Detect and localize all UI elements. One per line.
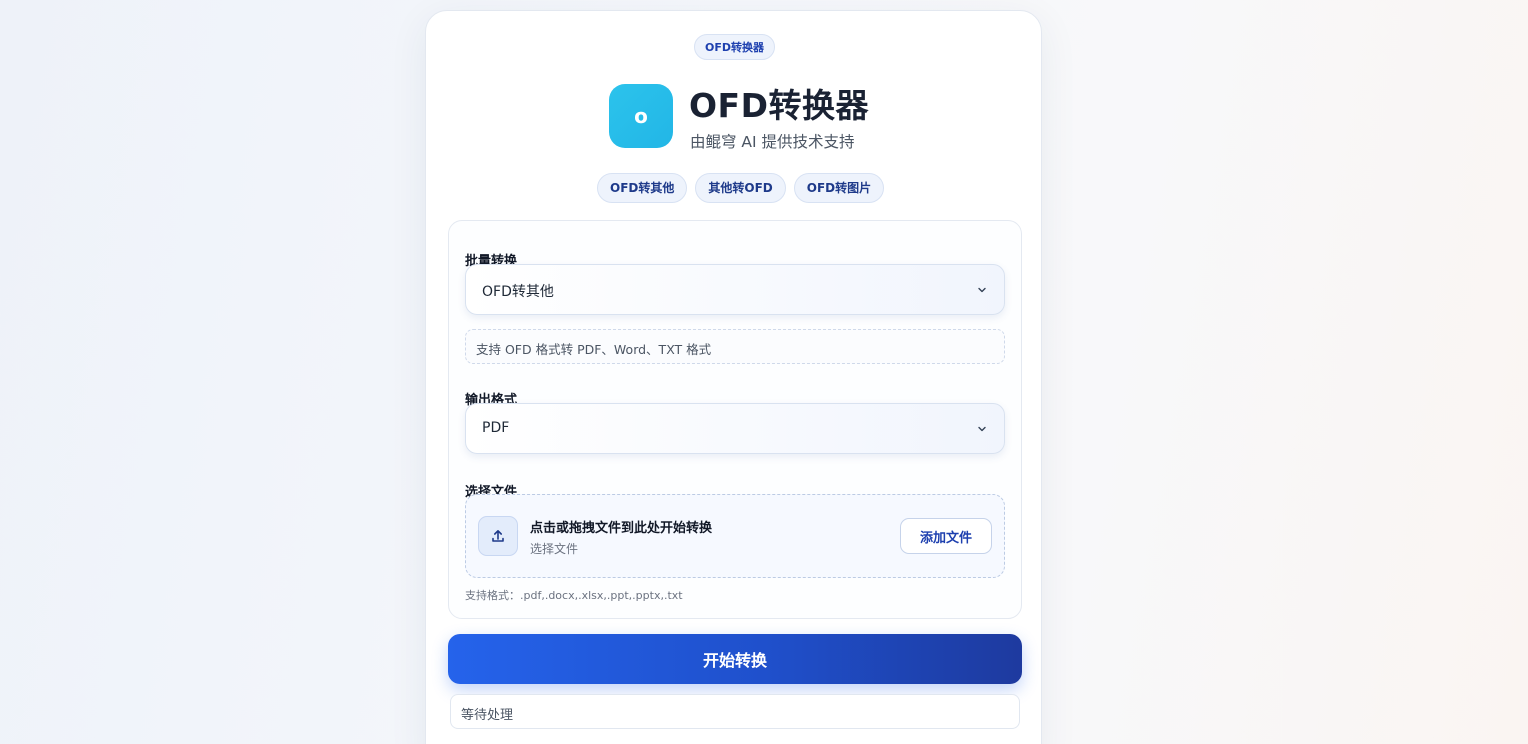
page-subtitle: 由鲲穹 AI 提供技术支持 xyxy=(690,133,855,151)
batch-select-value: OFD转其他 xyxy=(482,284,554,300)
add-file-button[interactable]: 添加文件 xyxy=(900,518,992,554)
status-box: 等待处理 xyxy=(450,694,1020,729)
hint-text: 支持 OFD 格式转 PDF、Word、TXT 格式 xyxy=(476,342,712,357)
status-text: 等待处理 xyxy=(461,708,514,723)
conversion-hint: 支持 OFD 格式转 PDF、Word、TXT 格式 xyxy=(465,329,1005,364)
chevron-down-icon xyxy=(978,287,986,293)
form-panel: 批量转换 OFD转其他 支持 OFD 格式转 PDF、Word、TXT 格式 输… xyxy=(448,220,1022,619)
batch-select[interactable]: OFD转其他 xyxy=(465,264,1005,315)
upload-icon xyxy=(478,516,518,556)
logo-letter: o xyxy=(634,104,648,128)
dropzone-subtitle: 选择文件 xyxy=(530,542,579,556)
chevron-down-icon xyxy=(978,426,986,432)
start-convert-button[interactable]: 开始转换 xyxy=(448,634,1022,684)
tab-ofd-to-image[interactable]: OFD转图片 xyxy=(793,173,885,203)
app-logo: o xyxy=(609,84,673,148)
output-format-value: PDF xyxy=(482,420,510,436)
output-format-select[interactable]: PDF xyxy=(465,403,1005,454)
header-tag: OFD转换器 xyxy=(694,34,775,60)
supported-formats: 支持格式：.pdf,.docx,.xlsx,.ppt,.pptx,.txt xyxy=(465,589,683,602)
file-dropzone[interactable]: 点击或拖拽文件到此处开始转换 选择文件 添加文件 xyxy=(465,494,1005,578)
dropzone-title: 点击或拖拽文件到此处开始转换 xyxy=(530,521,713,536)
converter-card: OFD转换器 o OFD转换器 由鲲穹 AI 提供技术支持 OFD转其他 其他转… xyxy=(425,10,1042,744)
tab-ofd-to-other[interactable]: OFD转其他 xyxy=(597,173,688,203)
page-title: OFD转换器 xyxy=(689,86,869,125)
tab-other-to-ofd[interactable]: 其他转OFD xyxy=(695,173,786,203)
mode-tabs: OFD转其他 其他转OFD OFD转图片 xyxy=(597,173,885,203)
